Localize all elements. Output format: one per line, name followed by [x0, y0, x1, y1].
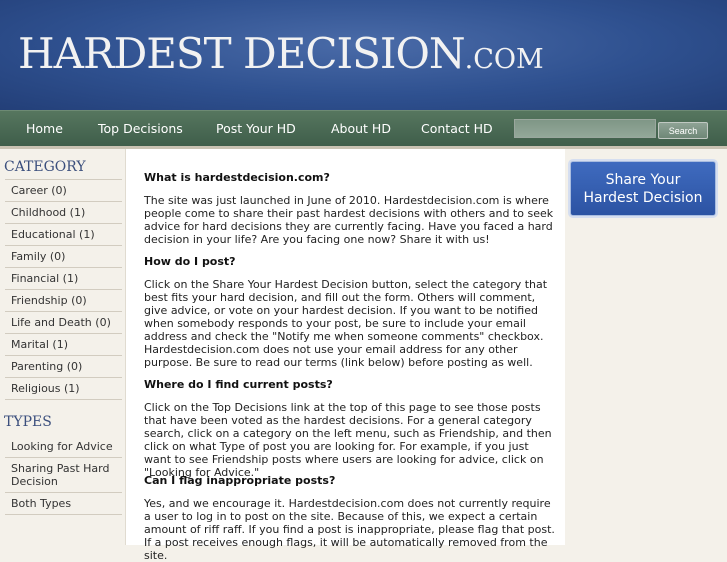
type-item[interactable]: Both Types: [5, 493, 122, 515]
nav-home[interactable]: Home: [26, 121, 63, 136]
category-item[interactable]: Career (0): [5, 180, 122, 202]
faq-question: Where do I find current posts?: [144, 378, 333, 391]
category-item[interactable]: Friendship (0): [5, 290, 122, 312]
faq-question: What is hardestdecision.com?: [144, 171, 330, 184]
faq-answer: Yes, and we encourage it. Hardestdecisio…: [144, 497, 555, 562]
logo-tld: .COM: [464, 44, 544, 75]
category-item[interactable]: Parenting (0): [5, 356, 122, 378]
share-button-line2: Hardest Decision: [583, 190, 703, 206]
category-item[interactable]: Financial (1): [5, 268, 122, 290]
nav-post-your-hd[interactable]: Post Your HD: [216, 121, 296, 136]
search-input[interactable]: [514, 119, 656, 138]
category-heading: CATEGORY: [4, 159, 86, 175]
logo-main: HARDEST DECISION: [18, 29, 466, 78]
type-item[interactable]: Looking for Advice: [5, 436, 122, 458]
types-heading: TYPES: [4, 414, 52, 430]
category-item[interactable]: Educational (1): [5, 224, 122, 246]
category-item[interactable]: Marital (1): [5, 334, 122, 356]
share-decision-button[interactable]: Share Your Hardest Decision: [570, 161, 716, 216]
share-button-line1: Share Your: [605, 172, 681, 188]
category-item[interactable]: Childhood (1): [5, 202, 122, 224]
category-list: Career (0) Childhood (1) Educational (1)…: [5, 179, 122, 400]
nav-top-decisions[interactable]: Top Decisions: [98, 121, 183, 136]
site-header: HARDEST DECISION.COM: [0, 0, 727, 110]
type-item[interactable]: Sharing Past Hard Decision: [5, 458, 122, 493]
faq-answer: Click on the Share Your Hardest Decision…: [144, 278, 548, 369]
top-nav: Home Top Decisions Post Your HD About HD…: [0, 110, 727, 149]
nav-about-hd[interactable]: About HD: [331, 121, 391, 136]
site-logo[interactable]: HARDEST DECISION.COM: [18, 33, 544, 75]
faq-question: How do I post?: [144, 255, 236, 268]
types-list: Looking for Advice Sharing Past Hard Dec…: [5, 436, 122, 515]
category-item[interactable]: Family (0): [5, 246, 122, 268]
category-item[interactable]: Life and Death (0): [5, 312, 122, 334]
faq-question: Can I flag inappropriate posts?: [144, 474, 336, 487]
faq-answer: The site was just launched in June of 20…: [144, 194, 554, 246]
search-button[interactable]: Search: [658, 122, 708, 139]
right-column: Share Your Hardest Decision: [565, 149, 727, 545]
left-sidebar: CATEGORY Career (0) Childhood (1) Educat…: [0, 149, 125, 545]
category-item[interactable]: Religious (1): [5, 378, 122, 400]
faq-answer: Click on the Top Decisions link at the t…: [144, 401, 552, 479]
nav-contact-hd[interactable]: Contact HD: [421, 121, 493, 136]
main-content: What is hardestdecision.com? The site wa…: [125, 149, 566, 562]
